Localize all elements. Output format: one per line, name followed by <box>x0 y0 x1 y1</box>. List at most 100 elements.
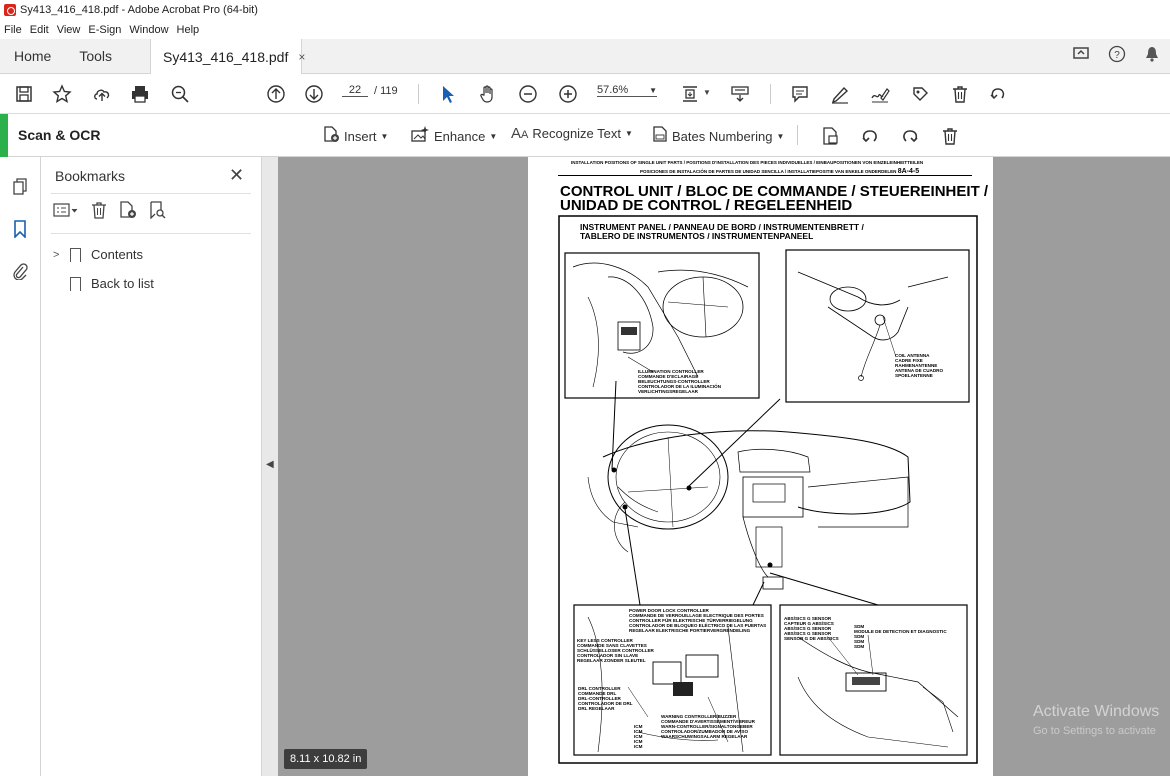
menu-window[interactable]: Window <box>129 24 168 36</box>
left-navigation-rail <box>0 157 41 776</box>
label-line: ICM <box>634 744 643 749</box>
warning-controller-label: WARNING CONTROLLER/BUZZER COMMANDE D'AVE… <box>661 714 755 739</box>
tab-home[interactable]: Home <box>0 48 65 64</box>
document-tab-label: Sy413_416_418.pdf <box>163 48 289 65</box>
save-icon[interactable] <box>12 82 36 106</box>
bates-numbering-label: Bates Numbering <box>672 128 773 144</box>
chevron-down-icon: ▼ <box>776 131 785 141</box>
find-bookmark-icon[interactable] <box>149 201 167 224</box>
tab-bar: Home Tools Sy413_416_418.pdf × ? <box>0 39 1170 74</box>
sign-icon[interactable] <box>868 82 892 106</box>
document-viewer[interactable]: INSTALLATION POSITIONS OF SINGLE UNIT PA… <box>278 157 1170 776</box>
bookmark-label: Contents <box>91 247 144 262</box>
sdm-label: SDM MODULE DE DETECTION ET DIAGNOSTIC SD… <box>854 624 947 649</box>
notification-bell-icon[interactable] <box>1144 45 1160 68</box>
new-bookmark-icon[interactable] <box>119 201 137 224</box>
read-mode-icon[interactable] <box>728 82 752 106</box>
stamp-icon[interactable] <box>908 82 932 106</box>
svg-text:?: ? <box>1114 50 1120 61</box>
close-tab-icon[interactable]: × <box>298 50 305 64</box>
upload-cloud-icon[interactable] <box>90 82 114 106</box>
bookmarks-panel-title: Bookmarks <box>55 168 126 184</box>
coil-antenna-label: COIL ANTENNA CADRE FIXE RAHMENANTENNE AN… <box>895 353 943 378</box>
zoom-out-icon[interactable] <box>516 82 540 106</box>
abs-sics-g-sensor-label: ABS/SICS G SENSOR CAPTEUR G ABS/SICS ABS… <box>784 616 839 641</box>
diagram-subtitle: INSTRUMENT PANEL / PANNEAU DE BORD / INS… <box>580 223 864 241</box>
bookmark-item-back-to-list[interactable]: Back to list <box>67 276 154 291</box>
enhance-icon <box>410 125 430 147</box>
menu-esign[interactable]: E-Sign <box>88 24 121 36</box>
zoom-search-icon[interactable] <box>168 82 192 106</box>
insert-label: Insert <box>344 128 377 144</box>
activate-windows-watermark: Activate Windows <box>1033 703 1160 720</box>
fit-page-chevron-icon[interactable]: ▼ <box>703 88 711 97</box>
bookmark-item-contents[interactable]: > Contents <box>53 247 143 262</box>
page-thumbnails-icon[interactable] <box>10 177 30 197</box>
insert-button[interactable]: Insert ▼ <box>322 125 388 147</box>
illumination-controller-label: ILLUMINATION CONTROLLER COMMANDE D'ECLAI… <box>638 369 721 394</box>
page-size-badge: 8.11 x 10.82 in <box>284 749 368 769</box>
menu-file[interactable]: File <box>4 24 22 36</box>
keyless-controller-label: KEY LESS CONTROLLER COMMANDE SANS CLAVET… <box>577 638 654 663</box>
power-door-lock-controller-label: POWER DOOR LOCK CONTROLLER COMMANDE DE V… <box>629 608 766 633</box>
expand-chevron-icon[interactable]: > <box>53 249 67 261</box>
label-line: DRL REGELAAR <box>578 706 615 711</box>
bookmark-star-icon[interactable] <box>50 82 74 106</box>
label-line: REGELAAR ZONDER SLEUTEL <box>577 658 646 663</box>
close-panel-icon[interactable]: ✕ <box>229 165 244 186</box>
icm-label: ICM ICM ICM ICM ICM <box>634 724 642 749</box>
panel-divider <box>51 193 251 194</box>
toolbar-divider <box>418 84 419 104</box>
menu-help[interactable]: Help <box>177 24 200 36</box>
enhance-button[interactable]: Enhance ▼ <box>410 125 497 147</box>
highlight-pen-icon[interactable] <box>828 82 852 106</box>
zoom-in-icon[interactable] <box>556 82 580 106</box>
panel-collapse-handle[interactable]: ◀ <box>262 157 278 776</box>
tab-document[interactable]: Sy413_416_418.pdf × <box>150 39 305 74</box>
delete-bookmark-icon[interactable] <box>91 201 107 224</box>
recognize-text-icon: AA <box>511 125 529 142</box>
chevron-down-icon: ▼ <box>489 131 498 141</box>
panel-divider <box>51 233 251 234</box>
activate-windows-subtext: Go to Settings to activate <box>1033 725 1156 737</box>
bookmarks-panel: Bookmarks ✕ > Contents Back to list <box>41 157 262 776</box>
diagram-subtitle-line2: TABLERO DE INSTRUMENTOS / INSTRUMENTENPA… <box>580 231 814 241</box>
attachments-icon[interactable] <box>10 261 30 281</box>
menu-view[interactable]: View <box>57 24 81 36</box>
page-number-input[interactable]: 22 <box>342 84 368 97</box>
rotate-left-icon[interactable] <box>858 124 882 148</box>
fit-page-icon[interactable] <box>678 82 702 106</box>
page-navigator: 22 / 119 <box>342 84 398 97</box>
help-icon[interactable]: ? <box>1108 45 1126 68</box>
rotate-right-icon[interactable] <box>898 124 922 148</box>
drl-controller-label: DRL CONTROLLER COMMANDE DRL DRL-CONTROLL… <box>578 686 633 711</box>
label-line: SPOELANTENNE <box>895 373 933 378</box>
share-screen-icon[interactable] <box>1072 45 1090 68</box>
collapse-arrow-icon: ◀ <box>266 459 274 470</box>
select-cursor-icon[interactable] <box>436 82 460 106</box>
bates-numbering-button[interactable]: Bates Numbering ▼ <box>652 125 784 147</box>
print-icon[interactable] <box>128 82 152 106</box>
undo-icon[interactable] <box>986 82 1010 106</box>
pdf-page: INSTALLATION POSITIONS OF SINGLE UNIT PA… <box>528 157 993 776</box>
bookmark-icon <box>67 276 83 291</box>
delete-icon[interactable] <box>948 82 972 106</box>
recognize-text-button[interactable]: AA Recognize Text ▼ <box>511 125 633 142</box>
page-properties-icon[interactable] <box>818 124 842 148</box>
tab-tools[interactable]: Tools <box>65 48 126 64</box>
tab-bar-right-tools: ? <box>1054 39 1160 74</box>
previous-page-icon[interactable] <box>264 82 288 106</box>
chevron-down-icon: ▼ <box>380 131 389 141</box>
next-page-icon[interactable] <box>302 82 326 106</box>
menu-edit[interactable]: Edit <box>30 24 49 36</box>
bookmark-options-icon[interactable] <box>53 202 79 223</box>
delete-page-icon[interactable] <box>938 124 962 148</box>
comment-icon[interactable] <box>788 82 812 106</box>
bookmarks-panel-icon[interactable] <box>10 219 30 239</box>
scan-ocr-toolbar: Scan & OCR Insert ▼ Enhance ▼ AA Recogni… <box>0 114 1170 157</box>
hand-tool-icon[interactable] <box>476 82 500 106</box>
bates-numbering-icon <box>652 125 668 147</box>
window-title: Sy413_416_418.pdf - Adobe Acrobat Pro (6… <box>20 4 258 16</box>
zoom-level-select[interactable]: 57.6% ▼ <box>597 84 657 97</box>
chevron-down-icon: ▼ <box>625 129 633 138</box>
